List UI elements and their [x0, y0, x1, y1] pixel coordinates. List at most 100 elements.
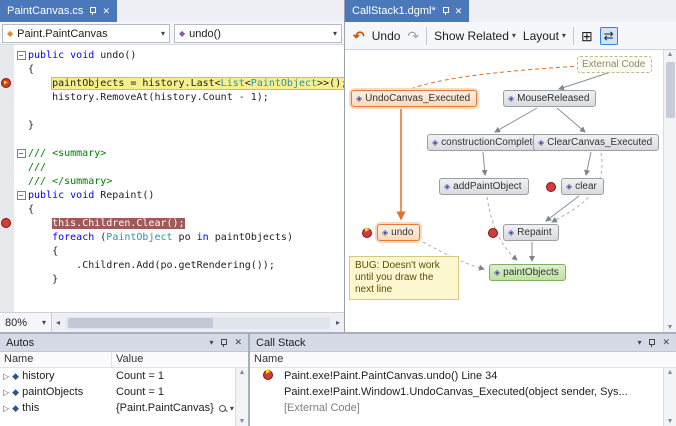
field-icon: ◆ [12, 403, 19, 414]
graph-vscrollbar[interactable]: ▲ ▼ [663, 50, 676, 332]
scroll-up-icon[interactable]: ▲ [664, 369, 676, 376]
scroll-down-icon[interactable]: ▼ [664, 324, 676, 331]
column-header-value[interactable]: Value [112, 352, 248, 367]
graph-node-paintobjects[interactable]: ◈paintObjects [489, 264, 566, 281]
code-editor[interactable]: −public void undo(){ paintObjects = hist… [0, 45, 344, 312]
chevron-down-icon: ▾ [512, 31, 516, 40]
expand-icon[interactable]: ▷ [3, 388, 9, 397]
callstack-vscrollbar[interactable]: ▲ ▼ [663, 368, 676, 426]
zoom-dropdown[interactable]: 80% ▾ [0, 313, 52, 332]
scrollbar-thumb[interactable] [68, 318, 213, 328]
panel-title-label: Call Stack [256, 337, 306, 349]
node-label: undo [391, 227, 413, 238]
code-line [0, 133, 344, 147]
member-dropdown[interactable]: ◆ undo() ▾ [174, 24, 342, 43]
sync-selection-icon[interactable]: ⇄ [600, 27, 618, 45]
close-icon[interactable]: ✕ [102, 7, 110, 16]
graph-canvas[interactable]: External Code ◈UndoCanvas_Executed ◈MouseR… [345, 50, 663, 332]
column-header-name[interactable]: Name [250, 352, 676, 367]
pin-icon[interactable] [219, 338, 228, 348]
scroll-down-icon[interactable]: ▼ [236, 418, 248, 425]
tool-window-area: Autos ▾ ✕ Name Value ▷◆historyCount = 1▷… [0, 332, 676, 426]
scroll-up-icon[interactable]: ▲ [664, 51, 676, 58]
graph-node-clearcanvas_executed[interactable]: ◈ClearCanvas_Executed [533, 134, 659, 151]
bug-note: BUG: Doesn't work until you draw the nex… [349, 256, 459, 300]
graph-node-clear[interactable]: ◈clear [561, 178, 604, 195]
show-related-dropdown[interactable]: Show Related ▾ [434, 29, 516, 43]
pin-icon[interactable] [647, 338, 656, 348]
breakpoint-icon [546, 182, 556, 192]
expand-icon[interactable]: ▷ [3, 372, 9, 381]
node-label: External Code [582, 59, 645, 70]
graph-node-mousereleased[interactable]: ◈MouseReleased [503, 90, 596, 107]
callstack-panel: Call Stack ▾ ✕ Name Paint.exe!Paint.Pain… [250, 334, 676, 426]
autos-column-headers: Name Value [0, 352, 248, 368]
pin-icon[interactable] [441, 6, 450, 16]
chevron-down-icon[interactable]: ▾ [230, 404, 234, 413]
current-statement-icon[interactable] [1, 78, 11, 88]
code-line: foreach (PaintObject po in paintObjects) [0, 231, 344, 245]
callstack-frame[interactable]: Paint.exe!Paint.PaintCanvas.undo() Line … [250, 368, 663, 384]
tab-paintcanvas[interactable]: PaintCanvas.cs ✕ [0, 0, 117, 22]
code-line [0, 105, 344, 119]
node-icon: ◈ [538, 138, 544, 147]
autos-row[interactable]: ▷◆paintObjectsCount = 1 [0, 384, 235, 400]
autos-row[interactable]: ▷◆historyCount = 1 [0, 368, 235, 384]
variable-value: {Paint.PaintCanvas} [116, 402, 214, 414]
editor-pane: PaintCanvas.cs ✕ ◆ Paint.PaintCanvas ▾ ◆… [0, 0, 345, 332]
window-menu-icon[interactable]: ▾ [637, 338, 641, 347]
scrollbar-thumb[interactable] [666, 62, 675, 118]
node-icon: ◈ [356, 94, 362, 103]
breakpoint-icon[interactable] [1, 218, 11, 228]
magnifier-icon[interactable] [219, 405, 226, 412]
callstack-titlebar[interactable]: Call Stack ▾ ✕ [250, 334, 676, 352]
current-frame-icon [263, 370, 273, 380]
window-menu-icon[interactable]: ▾ [209, 338, 213, 347]
undo-icon[interactable]: ↶ [353, 29, 365, 43]
code-line: −public void Repaint() [0, 189, 344, 203]
dgml-graph-pane: CallStack1.dgml* ✕ ↶ Undo ↷ Show Related… [345, 0, 676, 332]
toolbar-separator [573, 27, 574, 45]
undo-button[interactable]: Undo [372, 29, 401, 43]
autos-vscrollbar[interactable]: ▲ ▼ [235, 368, 248, 426]
code-line: −public void undo() [0, 49, 344, 63]
code-line: /// </summary> [0, 175, 344, 189]
expand-icon[interactable]: ▷ [3, 404, 9, 413]
graph-node-external-code[interactable]: External Code [577, 56, 652, 73]
column-header-name[interactable]: Name [0, 352, 112, 367]
scroll-down-icon[interactable]: ▼ [664, 418, 676, 425]
document-area: PaintCanvas.cs ✕ ◆ Paint.PaintCanvas ▾ ◆… [0, 0, 676, 332]
redo-icon[interactable]: ↷ [407, 29, 419, 43]
type-dropdown[interactable]: ◆ Paint.PaintCanvas ▾ [2, 24, 170, 43]
autos-titlebar[interactable]: Autos ▾ ✕ [0, 334, 248, 352]
variable-name: paintObjects [22, 386, 83, 398]
graph-node-repaint[interactable]: ◈Repaint [503, 224, 559, 241]
close-icon[interactable]: ✕ [455, 7, 463, 16]
close-icon[interactable]: ✕ [234, 337, 242, 348]
close-icon[interactable]: ✕ [662, 337, 670, 348]
callstack-frame[interactable]: [External Code] [250, 400, 663, 416]
callstack-frame[interactable]: Paint.exe!Paint.Window1.UndoCanvas_Execu… [250, 384, 663, 400]
tab-callstack-dgml[interactable]: CallStack1.dgml* ✕ [345, 0, 469, 22]
graph-node-undocanvas_executed[interactable]: ◈UndoCanvas_Executed [351, 90, 477, 107]
field-icon: ◆ [12, 371, 19, 382]
pin-icon[interactable] [88, 6, 97, 16]
node-label: constructionComplete [441, 137, 538, 148]
graph-node-constructioncomplete[interactable]: ◈constructionComplete [427, 134, 545, 151]
code-line: { [0, 63, 344, 77]
code-lines: −public void undo(){ paintObjects = hist… [0, 49, 344, 287]
layout-dropdown[interactable]: Layout ▾ [523, 29, 566, 43]
graph-node-addpaintobject[interactable]: ◈addPaintObject [439, 178, 529, 195]
scroll-right-icon[interactable]: ▸ [332, 318, 344, 327]
chevron-down-icon: ▾ [562, 31, 566, 40]
horizontal-scrollbar[interactable] [66, 317, 330, 329]
field-icon: ◆ [12, 387, 19, 398]
collapse-icon[interactable]: − [17, 191, 26, 200]
collapse-icon[interactable]: − [17, 149, 26, 158]
scroll-left-icon[interactable]: ◂ [52, 318, 64, 327]
promote-icon[interactable]: ⊞ [581, 29, 593, 43]
autos-row[interactable]: ▷◆this{Paint.PaintCanvas}▾ [0, 400, 235, 416]
collapse-icon[interactable]: − [17, 51, 26, 60]
scroll-up-icon[interactable]: ▲ [236, 369, 248, 376]
graph-node-undo[interactable]: ◈undo [377, 224, 420, 241]
